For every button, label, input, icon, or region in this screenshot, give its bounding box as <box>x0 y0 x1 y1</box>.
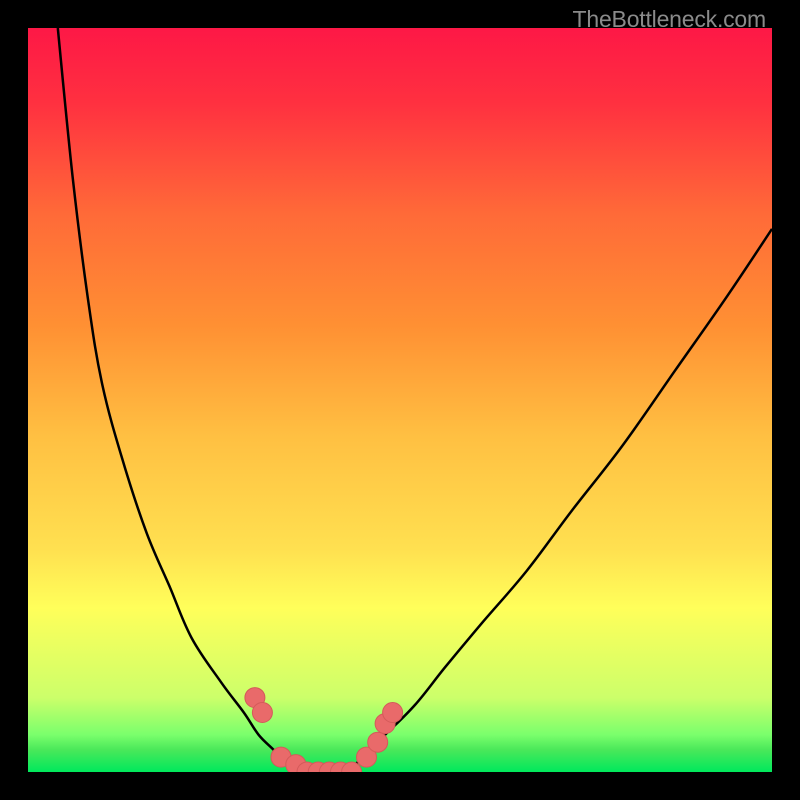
curve-right <box>348 229 772 772</box>
chart-frame: TheBottleneck.com <box>0 0 800 800</box>
curve-path-group <box>58 28 772 772</box>
chart-svg <box>28 28 772 772</box>
plot-area <box>28 28 772 772</box>
data-marker <box>368 732 388 752</box>
data-marker <box>383 703 403 723</box>
marker-group <box>245 688 403 772</box>
curve-left <box>58 28 303 772</box>
attribution-text: TheBottleneck.com <box>573 6 766 33</box>
data-marker <box>252 703 272 723</box>
